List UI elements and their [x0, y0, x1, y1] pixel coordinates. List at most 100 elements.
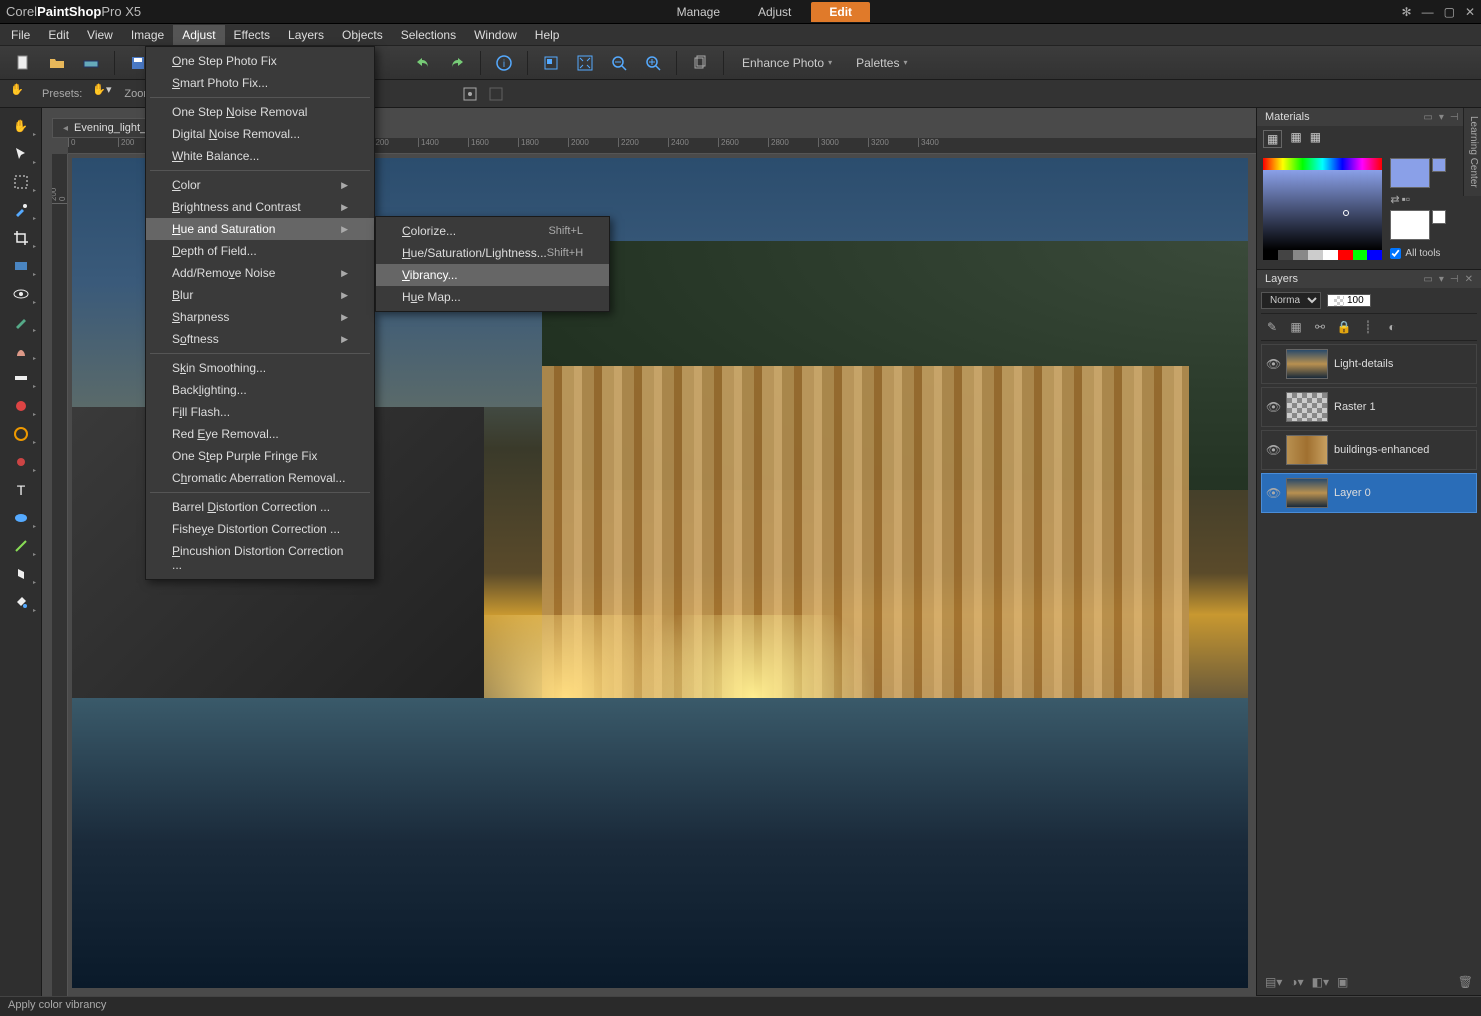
new-adjust-layer-icon[interactable]: ◧▾ — [1312, 975, 1329, 989]
new-file-icon[interactable] — [10, 50, 36, 76]
visibility-eye-icon[interactable]: 👁 — [1266, 357, 1280, 371]
settings-gear-icon[interactable]: ✻ — [1402, 5, 1412, 19]
zoom-in-icon[interactable] — [640, 50, 666, 76]
makeover-tool[interactable]: ▸ — [4, 309, 37, 335]
picture-tube-tool[interactable]: ▸ — [4, 561, 37, 587]
new-group-icon[interactable]: ▣ — [1337, 975, 1348, 989]
enhance-photo-dropdown[interactable]: Enhance Photo — [734, 52, 840, 74]
menu-image[interactable]: Image — [122, 25, 173, 45]
delete-layer-icon[interactable]: 🗑 — [1458, 975, 1473, 989]
menu-effects[interactable]: Effects — [225, 25, 279, 45]
menu-item[interactable]: Add/Remove Noise▶ — [146, 262, 374, 284]
menu-adjust[interactable]: Adjust — [173, 25, 224, 45]
visibility-eye-icon[interactable]: 👁 — [1266, 443, 1280, 457]
menu-item[interactable]: Barrel Distortion Correction ... — [146, 496, 374, 518]
actual-size-icon[interactable] — [462, 86, 478, 102]
menu-item[interactable]: One Step Noise Removal — [146, 101, 374, 123]
menu-item[interactable]: Skin Smoothing... — [146, 357, 374, 379]
tab-manage[interactable]: Manage — [659, 2, 738, 22]
color-replacer-tool[interactable]: ▸ — [4, 421, 37, 447]
copy-icon[interactable] — [687, 50, 713, 76]
menu-item[interactable]: Hue and Saturation▶ — [146, 218, 374, 240]
panel-menu-icon[interactable]: ▾ — [1439, 112, 1444, 123]
maximize-icon[interactable]: ▢ — [1444, 5, 1455, 19]
menu-window[interactable]: Window — [465, 25, 526, 45]
menu-selections[interactable]: Selections — [392, 25, 465, 45]
menu-item[interactable]: Pincushion Distortion Correction ... — [146, 540, 374, 576]
submenu-item[interactable]: Hue/Saturation/Lightness...Shift+H — [376, 242, 609, 264]
menu-item[interactable]: Sharpness▶ — [146, 306, 374, 328]
redo-icon[interactable] — [444, 50, 470, 76]
fit-screen-icon[interactable] — [572, 50, 598, 76]
layer-row[interactable]: 👁buildings-enhanced — [1261, 430, 1477, 470]
submenu-item[interactable]: Hue Map... — [376, 286, 609, 308]
clone-tool[interactable]: ▸ — [4, 337, 37, 363]
all-tools-checkbox[interactable]: All tools — [1390, 248, 1475, 259]
menu-layers[interactable]: Layers — [279, 25, 333, 45]
show-all-icon[interactable]: ▦ — [1287, 318, 1305, 336]
menu-file[interactable]: File — [2, 25, 39, 45]
submenu-item[interactable]: Vibrancy... — [376, 264, 609, 286]
presets-dropdown-icon[interactable]: ✋▾ — [92, 83, 114, 105]
link-icon[interactable]: ⚯ — [1311, 318, 1329, 336]
visibility-eye-icon[interactable]: 👁 — [1266, 400, 1280, 414]
prev-doc-icon[interactable]: ◂ — [63, 123, 68, 134]
reset-colors-icon[interactable]: ▪▫ — [1402, 192, 1411, 206]
opacity-input[interactable]: 100 — [1327, 294, 1371, 307]
minimize-icon[interactable]: — — [1422, 5, 1434, 19]
panel-menu-icon[interactable]: ▾ — [1439, 274, 1444, 285]
menu-item[interactable]: Fisheye Distortion Correction ... — [146, 518, 374, 540]
pen-tool[interactable]: ▸ — [4, 533, 37, 559]
menu-item[interactable]: Blur▶ — [146, 284, 374, 306]
eraser-tool[interactable]: ▸ — [4, 449, 37, 475]
background-small-swatch[interactable] — [1432, 210, 1446, 224]
menu-item[interactable]: One Step Purple Fringe Fix — [146, 445, 374, 467]
panel-pin-icon[interactable]: ⊣ — [1450, 274, 1459, 285]
panel-pin-icon[interactable]: ⊣ — [1450, 112, 1459, 123]
pan-tool[interactable]: ✋▸ — [4, 113, 37, 139]
twain-acquire-icon[interactable] — [78, 50, 104, 76]
background-swatch[interactable] — [1390, 210, 1430, 240]
zoom-out-icon[interactable] — [606, 50, 632, 76]
panel-close-icon[interactable]: ✕ — [1465, 274, 1473, 285]
lighten-darken-tool[interactable]: ▸ — [4, 393, 37, 419]
new-mask-icon[interactable]: ◑▾ — [1290, 975, 1303, 989]
close-icon[interactable]: ✕ — [1465, 5, 1475, 19]
materials-tab-swatches-icon[interactable]: ▦ — [1310, 130, 1321, 148]
flood-fill-tool[interactable]: ▸ — [4, 589, 37, 615]
layer-effects-icon[interactable]: ◐ — [1383, 318, 1401, 336]
menu-item[interactable]: Color▶ — [146, 174, 374, 196]
selection-tool[interactable]: ▸ — [4, 169, 37, 195]
menu-help[interactable]: Help — [526, 25, 569, 45]
visibility-eye-icon[interactable]: 👁 — [1266, 486, 1280, 500]
shape-tool[interactable]: ▸ — [4, 505, 37, 531]
menu-item[interactable]: Softness▶ — [146, 328, 374, 350]
menu-item[interactable]: Digital Noise Removal... — [146, 123, 374, 145]
menu-item[interactable]: Smart Photo Fix... — [146, 72, 374, 94]
menu-item[interactable]: Fill Flash... — [146, 401, 374, 423]
menu-edit[interactable]: Edit — [39, 25, 78, 45]
open-file-icon[interactable] — [44, 50, 70, 76]
layer-row[interactable]: 👁Light-details — [1261, 344, 1477, 384]
lock-icon[interactable]: 🔒 — [1335, 318, 1353, 336]
foreground-small-swatch[interactable] — [1432, 158, 1446, 172]
learning-center-tab[interactable]: Learning Center — [1463, 108, 1481, 196]
dropper-tool[interactable]: ▸ — [4, 197, 37, 223]
swap-colors-icon[interactable]: ⇄ — [1390, 193, 1399, 206]
crop-tool[interactable]: ▸ — [4, 225, 37, 251]
new-layer-icon[interactable]: ▤▾ — [1265, 975, 1282, 989]
straighten-tool[interactable]: ▸ — [4, 253, 37, 279]
panel-float-icon[interactable]: ▭ — [1423, 112, 1432, 123]
menu-item[interactable]: Red Eye Removal... — [146, 423, 374, 445]
pan-tool-small-icon[interactable]: ✋ — [10, 83, 32, 105]
red-eye-tool[interactable]: ▸ — [4, 281, 37, 307]
tab-edit[interactable]: Edit — [811, 2, 870, 22]
text-tool[interactable]: T — [4, 477, 37, 503]
menu-objects[interactable]: Objects — [333, 25, 392, 45]
materials-tab-rainbow-icon[interactable]: ▦ — [1290, 130, 1301, 148]
edit-selection-icon[interactable]: ✎ — [1263, 318, 1281, 336]
menu-item[interactable]: Backlighting... — [146, 379, 374, 401]
menu-item[interactable]: One Step Photo Fix — [146, 50, 374, 72]
materials-tab-frame-icon[interactable]: ▦ — [1263, 130, 1282, 148]
undo-icon[interactable] — [410, 50, 436, 76]
